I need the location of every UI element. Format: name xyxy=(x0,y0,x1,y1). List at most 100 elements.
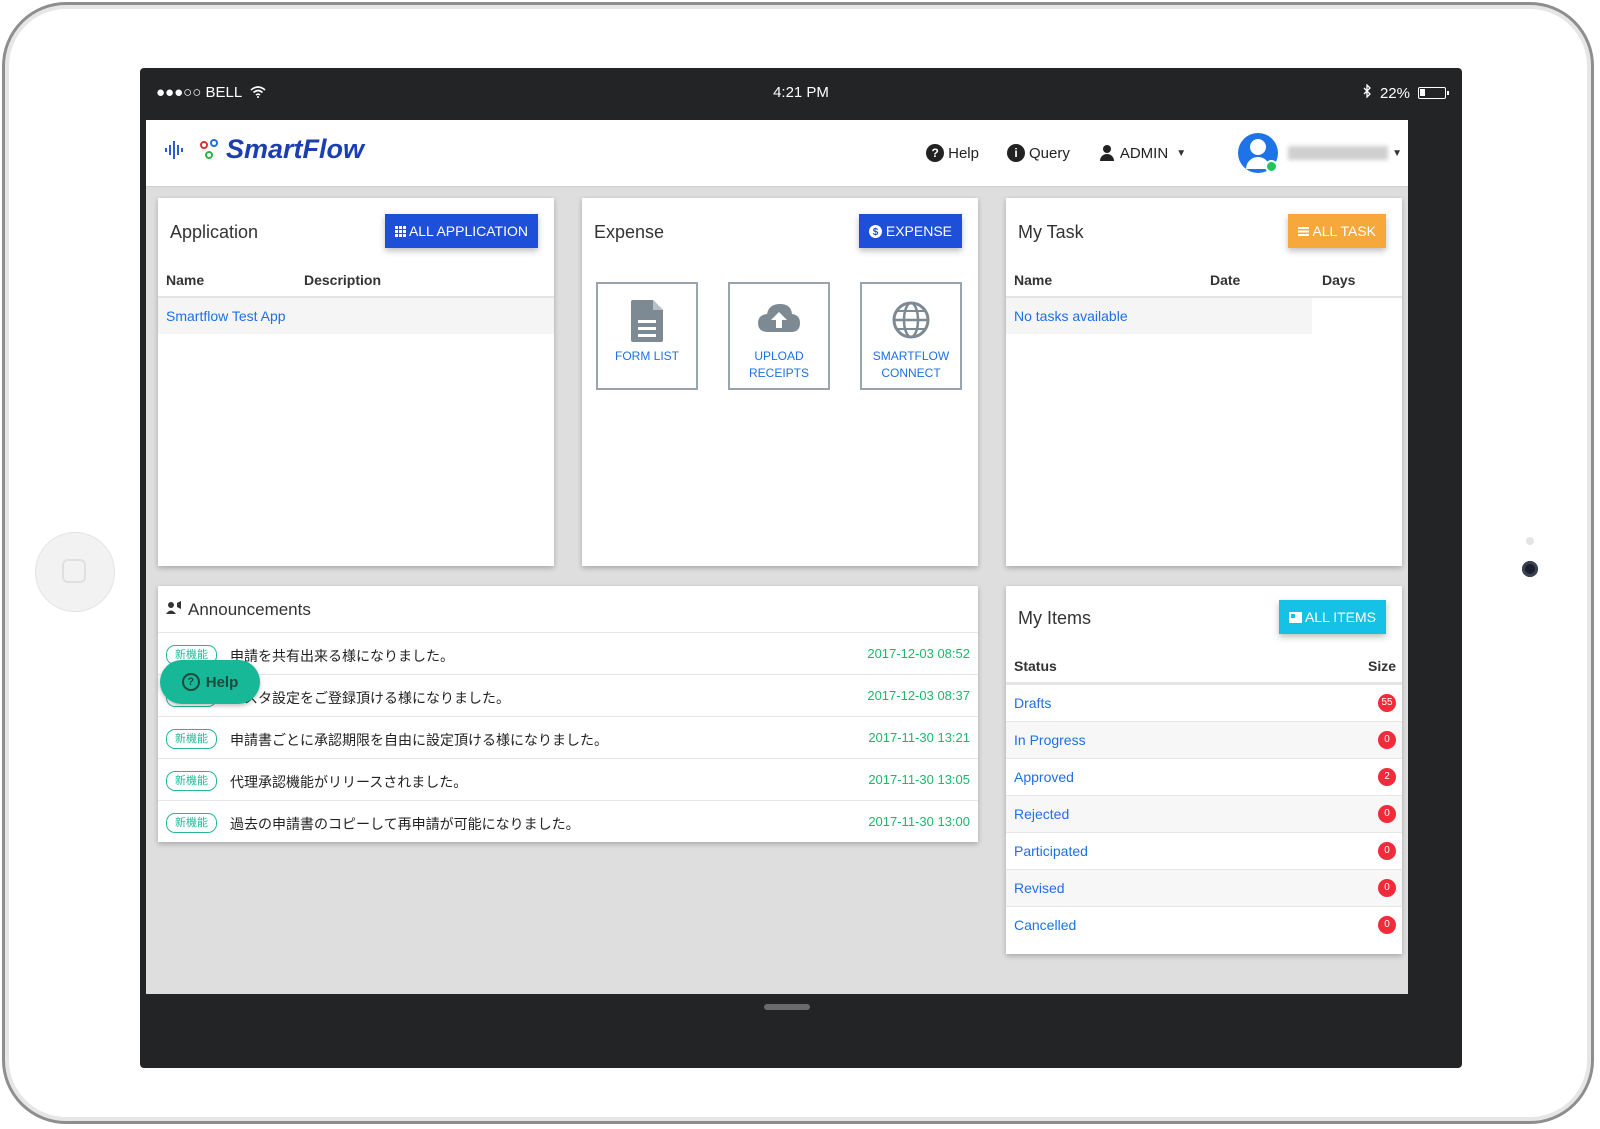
item-status-link[interactable]: Drafts xyxy=(1014,695,1051,711)
application-link[interactable]: Smartflow Test App xyxy=(166,308,286,324)
upload-receipts-label-2: RECEIPTS xyxy=(748,366,809,380)
online-status-dot xyxy=(1265,160,1279,173)
item-count-badge: 0 xyxy=(1378,916,1396,934)
user-menu-chevron-icon[interactable]: ▼ xyxy=(1392,148,1402,159)
announcement-date: 2017-12-03 08:37 xyxy=(867,688,970,703)
floating-help-label: Help xyxy=(205,673,239,691)
list-icon xyxy=(1298,223,1312,239)
item-status-link[interactable]: Participated xyxy=(1014,843,1088,859)
help-link-label: Help xyxy=(948,144,979,162)
announcements-header: Announcements xyxy=(166,600,311,620)
item-status-link[interactable]: In Progress xyxy=(1014,732,1086,748)
menu-wave-icon[interactable] xyxy=(164,140,184,166)
col-header-description: Description xyxy=(304,272,382,288)
bluetooth-icon xyxy=(1362,83,1372,102)
announcement-row[interactable]: 新機能 申請を共有出来る様になりました。 2017-12-03 08:52 xyxy=(158,632,978,675)
announcement-text: マスタ設定をご登録頂ける様になりました。 xyxy=(230,690,510,706)
query-link[interactable]: i Query xyxy=(1006,144,1070,162)
col-header-name: Name xyxy=(166,272,205,288)
items-card-title: My Items xyxy=(1018,608,1092,628)
avatar[interactable] xyxy=(1238,133,1279,173)
application-card: Application ALL APPLICATION Name Descrip… xyxy=(158,198,554,566)
item-count-badge: 0 xyxy=(1378,805,1396,823)
col-header-task-name: Name xyxy=(1014,272,1053,288)
front-camera xyxy=(1522,561,1538,577)
smartflow-connect-label-2: CONNECT xyxy=(881,366,941,380)
globe-icon xyxy=(891,300,931,344)
home-button[interactable] xyxy=(35,532,115,612)
item-row-approved[interactable]: Approved 2 xyxy=(1006,758,1402,796)
item-row-in-progress[interactable]: In Progress 0 xyxy=(1006,721,1402,759)
announcement-row[interactable]: 新機能 過去の申請書のコピーして再申請が可能になりました。 2017-11-30… xyxy=(158,800,978,843)
expense-card-title: Expense xyxy=(594,222,665,242)
items-card: My Items ALL ITEMS Status Size Drafts 55… xyxy=(1006,586,1402,954)
announcement-date: 2017-11-30 13:21 xyxy=(868,730,970,745)
announcement-date: 2017-11-30 13:00 xyxy=(868,814,970,829)
new-feature-badge: 新機能 xyxy=(166,771,217,791)
top-navbar: SmartFlow ? Help i Query ADMIN ▼ ▼ xyxy=(146,120,1408,187)
status-right: 22% xyxy=(1362,83,1449,102)
announcement-row[interactable]: 新機能 申請書ごとに承認期限を自由に設定頂ける様になりました。 2017-11-… xyxy=(158,716,978,759)
item-count-badge: 2 xyxy=(1378,768,1396,786)
battery-percent: 22% xyxy=(1379,84,1410,102)
item-row-participated[interactable]: Participated 0 xyxy=(1006,832,1402,870)
help-link[interactable]: ? Help xyxy=(926,144,979,162)
item-row-revised[interactable]: Revised 0 xyxy=(1006,869,1402,907)
chevron-down-icon: ▼ xyxy=(1176,147,1187,159)
smartflow-app: SmartFlow ? Help i Query ADMIN ▼ ▼ Appli… xyxy=(146,120,1408,994)
form-list-tile[interactable]: FORM LIST xyxy=(596,282,698,390)
upload-receipts-tile[interactable]: UPLOAD RECEIPTS xyxy=(728,282,830,390)
light-sensor xyxy=(1526,537,1534,545)
svg-text:$: $ xyxy=(873,227,879,238)
megaphone-icon xyxy=(166,600,182,620)
item-count-badge: 0 xyxy=(1378,842,1396,860)
all-items-label: ALL ITEMS xyxy=(1304,609,1376,625)
announcement-text: 代理承認機能がリリースされました。 xyxy=(230,774,468,790)
item-count-badge: 0 xyxy=(1378,731,1396,749)
all-application-label: ALL APPLICATION xyxy=(408,223,528,239)
item-row-rejected[interactable]: Rejected 0 xyxy=(1006,795,1402,833)
item-count-badge: 55 xyxy=(1378,694,1396,712)
item-status-link[interactable]: Approved xyxy=(1014,769,1074,785)
all-application-button[interactable]: ALL APPLICATION xyxy=(384,214,538,248)
all-task-button[interactable]: ALL TASK xyxy=(1288,214,1386,248)
floating-help-button[interactable]: ? Help xyxy=(160,660,260,704)
nav-items: ? Help i Query ADMIN ▼ ▼ xyxy=(926,120,1408,186)
item-row-cancelled[interactable]: Cancelled 0 xyxy=(1006,906,1402,944)
task-card: My Task ALL TASK Name Date Days No tasks… xyxy=(1006,198,1402,566)
logo-text: SmartFlow xyxy=(226,134,365,164)
admin-dropdown[interactable]: ADMIN ▼ xyxy=(1098,144,1192,162)
help-icon: ? xyxy=(926,144,945,162)
announcements-card: Announcements 新機能 申請を共有出来る様になりました。 2017-… xyxy=(158,586,978,842)
col-header-task-date: Date xyxy=(1210,272,1241,288)
home-indicator[interactable] xyxy=(764,1004,810,1010)
item-status-link[interactable]: Cancelled xyxy=(1014,917,1076,933)
announcements-title: Announcements xyxy=(188,600,311,619)
item-row-drafts[interactable]: Drafts 55 xyxy=(1006,684,1402,722)
help-circle-icon: ? xyxy=(181,673,200,691)
all-task-label: ALL TASK xyxy=(1312,223,1376,239)
announcement-row[interactable]: 新機能 マスタ設定をご登録頂ける様になりました。 2017-12-03 08:3… xyxy=(158,674,978,717)
announcement-date: 2017-12-03 08:52 xyxy=(867,646,970,661)
cloud-upload-icon xyxy=(756,300,802,344)
smartflow-logo[interactable]: SmartFlow xyxy=(200,134,364,165)
smartflow-connect-label-1: SMARTFLOW xyxy=(872,349,950,363)
announcement-text: 申請を共有出来る様になりました。 xyxy=(230,648,454,664)
new-feature-badge: 新機能 xyxy=(166,813,217,833)
expense-button[interactable]: $ EXPENSE xyxy=(858,214,962,248)
item-count-badge: 0 xyxy=(1378,879,1396,897)
item-status-link[interactable]: Rejected xyxy=(1014,806,1069,822)
announcement-text: 申請書ごとに承認期限を自由に設定頂ける様になりました。 xyxy=(230,732,608,748)
dollar-icon: $ xyxy=(868,223,886,239)
smartflow-connect-tile[interactable]: SMARTFLOW CONNECT xyxy=(860,282,962,390)
grid-icon xyxy=(394,223,409,239)
all-items-button[interactable]: ALL ITEMS xyxy=(1278,600,1386,634)
announcement-date: 2017-11-30 13:05 xyxy=(868,772,970,787)
announcement-text: 過去の申請書のコピーして再申請が可能になりました。 xyxy=(230,816,580,832)
announcement-row[interactable]: 新機能 代理承認機能がリリースされました。 2017-11-30 13:05 xyxy=(158,758,978,801)
new-feature-badge: 新機能 xyxy=(166,729,217,749)
user-icon xyxy=(1098,144,1116,162)
col-header-size: Size xyxy=(1367,658,1396,674)
item-status-link[interactable]: Revised xyxy=(1014,880,1065,896)
col-header-task-days: Days xyxy=(1322,272,1356,288)
